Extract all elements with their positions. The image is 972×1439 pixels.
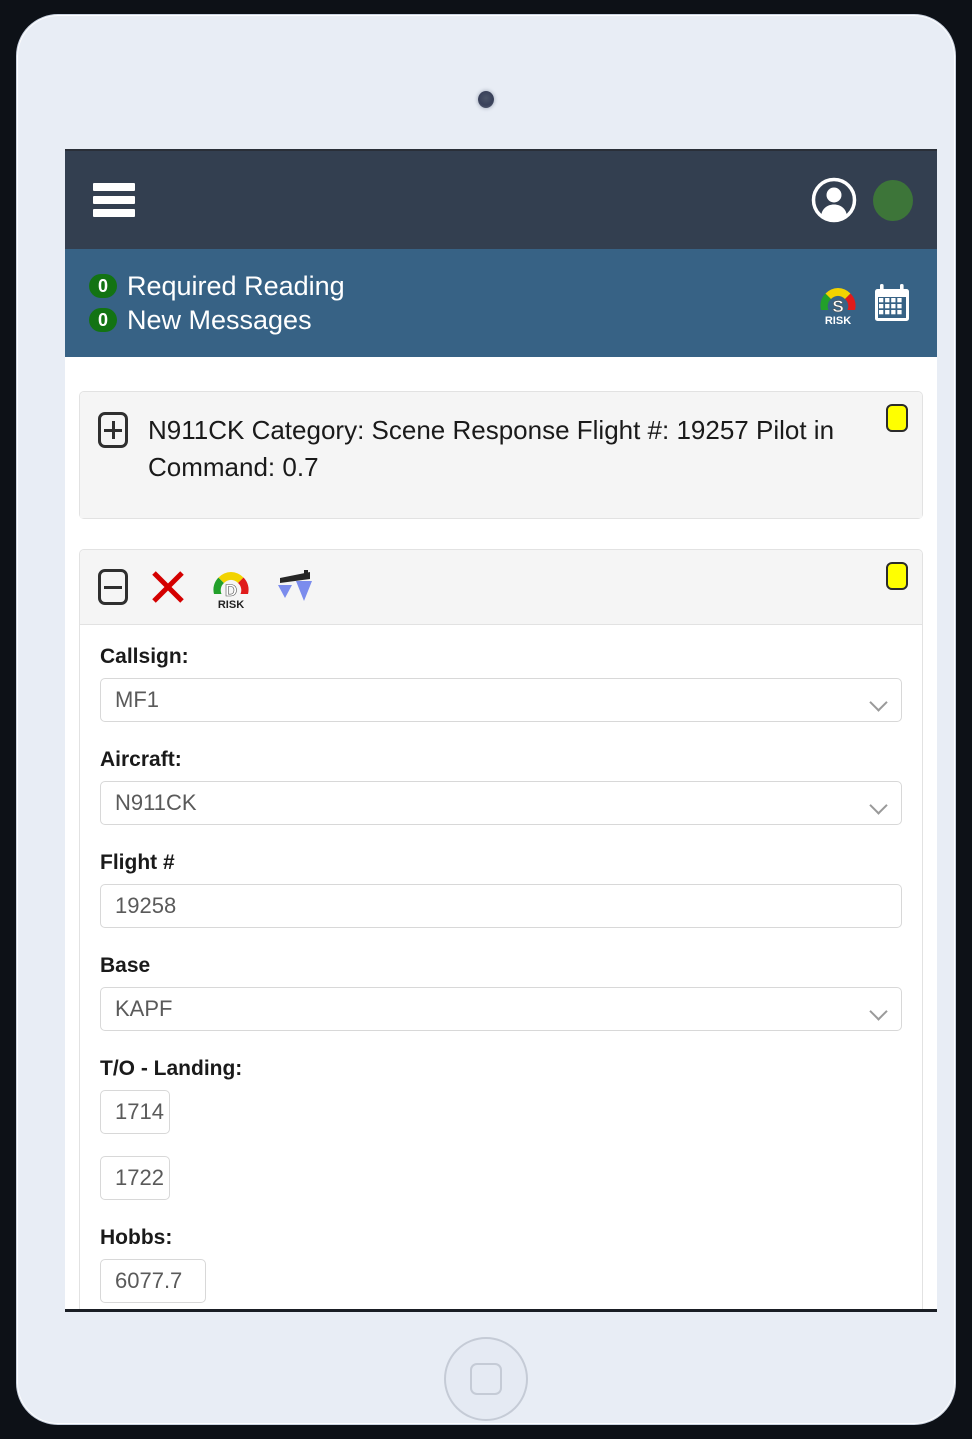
home-button-square-icon <box>470 1363 502 1395</box>
risk-gauge-letter: S <box>832 297 843 316</box>
risk-gauge-icon[interactable]: S RISK <box>817 280 859 326</box>
flight-panel-expanded: D RISK Callsign: MF1 Aircraft: N911CK Fl… <box>79 549 923 1309</box>
collapse-minus-icon[interactable] <box>98 569 128 605</box>
calendar-icon[interactable] <box>873 283 911 323</box>
online-status-dot[interactable] <box>873 179 913 221</box>
hamburger-menu-icon[interactable] <box>93 183 135 217</box>
flight-panel-expanded-header: D RISK <box>80 550 922 625</box>
hamburger-bar <box>93 209 135 217</box>
flight-number-label: Flight # <box>100 851 175 874</box>
notification-required-reading[interactable]: 0 Required Reading <box>89 270 345 301</box>
takeoff-time-input[interactable]: 1714 <box>100 1090 170 1134</box>
base-label: Base <box>100 954 151 977</box>
risk-gauge-sublabel: RISK <box>825 315 851 326</box>
hobbs-input[interactable]: 6077.7 <box>100 1259 206 1303</box>
page-body: N911CK Category: Scene Response Flight #… <box>65 357 937 1309</box>
notification-bar-icons: S RISK <box>817 280 911 326</box>
new-messages-label: New Messages <box>127 304 312 335</box>
takeoff-landing-inputs: 1714 1722 <box>100 1090 902 1200</box>
weight-balance-scale-icon[interactable] <box>274 567 316 607</box>
notification-bar: 0 Required Reading 0 New Messages S RISK <box>65 249 937 357</box>
home-button[interactable] <box>444 1337 528 1421</box>
form-group-flight-number: Flight # 19258 <box>100 851 902 928</box>
risk-gauge-icon[interactable]: D RISK <box>210 564 252 610</box>
delete-x-icon[interactable] <box>148 567 188 607</box>
status-badge[interactable] <box>886 562 908 590</box>
form-group-aircraft: Aircraft: N911CK <box>100 748 902 825</box>
takeoff-landing-label: T/O - Landing: <box>100 1057 243 1080</box>
callsign-select[interactable]: MF1 <box>100 678 902 722</box>
status-badge[interactable] <box>886 404 908 432</box>
camera-dot <box>478 91 494 108</box>
flight-form: Callsign: MF1 Aircraft: N911CK Flight # … <box>80 625 922 1309</box>
top-bar-right-group <box>811 177 913 223</box>
required-reading-count-badge: 0 <box>89 274 117 298</box>
required-reading-label: Required Reading <box>127 270 345 301</box>
notification-new-messages[interactable]: 0 New Messages <box>89 304 345 335</box>
notification-list: 0 Required Reading 0 New Messages <box>89 270 345 335</box>
hamburger-bar <box>93 183 135 191</box>
risk-gauge-letter: D <box>225 581 237 600</box>
landing-time-input[interactable]: 1722 <box>100 1156 170 1200</box>
form-group-callsign: Callsign: MF1 <box>100 645 902 722</box>
form-group-hobbs: Hobbs: 6077.7 <box>100 1226 902 1303</box>
expand-plus-icon[interactable] <box>98 412 128 448</box>
flight-number-input[interactable]: 19258 <box>100 884 902 928</box>
panel-action-icons: D RISK <box>148 564 316 610</box>
hamburger-bar <box>93 196 135 204</box>
risk-gauge-sublabel: RISK <box>218 599 244 610</box>
new-messages-count-badge: 0 <box>89 308 117 332</box>
base-select[interactable]: KAPF <box>100 987 902 1031</box>
form-group-base: Base KAPF <box>100 954 902 1031</box>
hobbs-label: Hobbs: <box>100 1226 173 1249</box>
tablet-device-frame: 0 Required Reading 0 New Messages S RISK <box>16 14 956 1425</box>
form-group-takeoff-landing: T/O - Landing: 1714 1722 <box>100 1057 902 1200</box>
user-avatar-icon[interactable] <box>811 177 857 223</box>
flight-panel-title: N911CK Category: Scene Response Flight #… <box>148 415 835 483</box>
flight-panel-collapsed: N911CK Category: Scene Response Flight #… <box>79 391 923 519</box>
aircraft-label: Aircraft: <box>100 748 182 771</box>
aircraft-select[interactable]: N911CK <box>100 781 902 825</box>
flight-panel-collapsed-header: N911CK Category: Scene Response Flight #… <box>80 392 922 518</box>
top-navigation-bar <box>65 151 937 249</box>
callsign-label: Callsign: <box>100 645 189 668</box>
app-screen: 0 Required Reading 0 New Messages S RISK <box>65 149 937 1312</box>
